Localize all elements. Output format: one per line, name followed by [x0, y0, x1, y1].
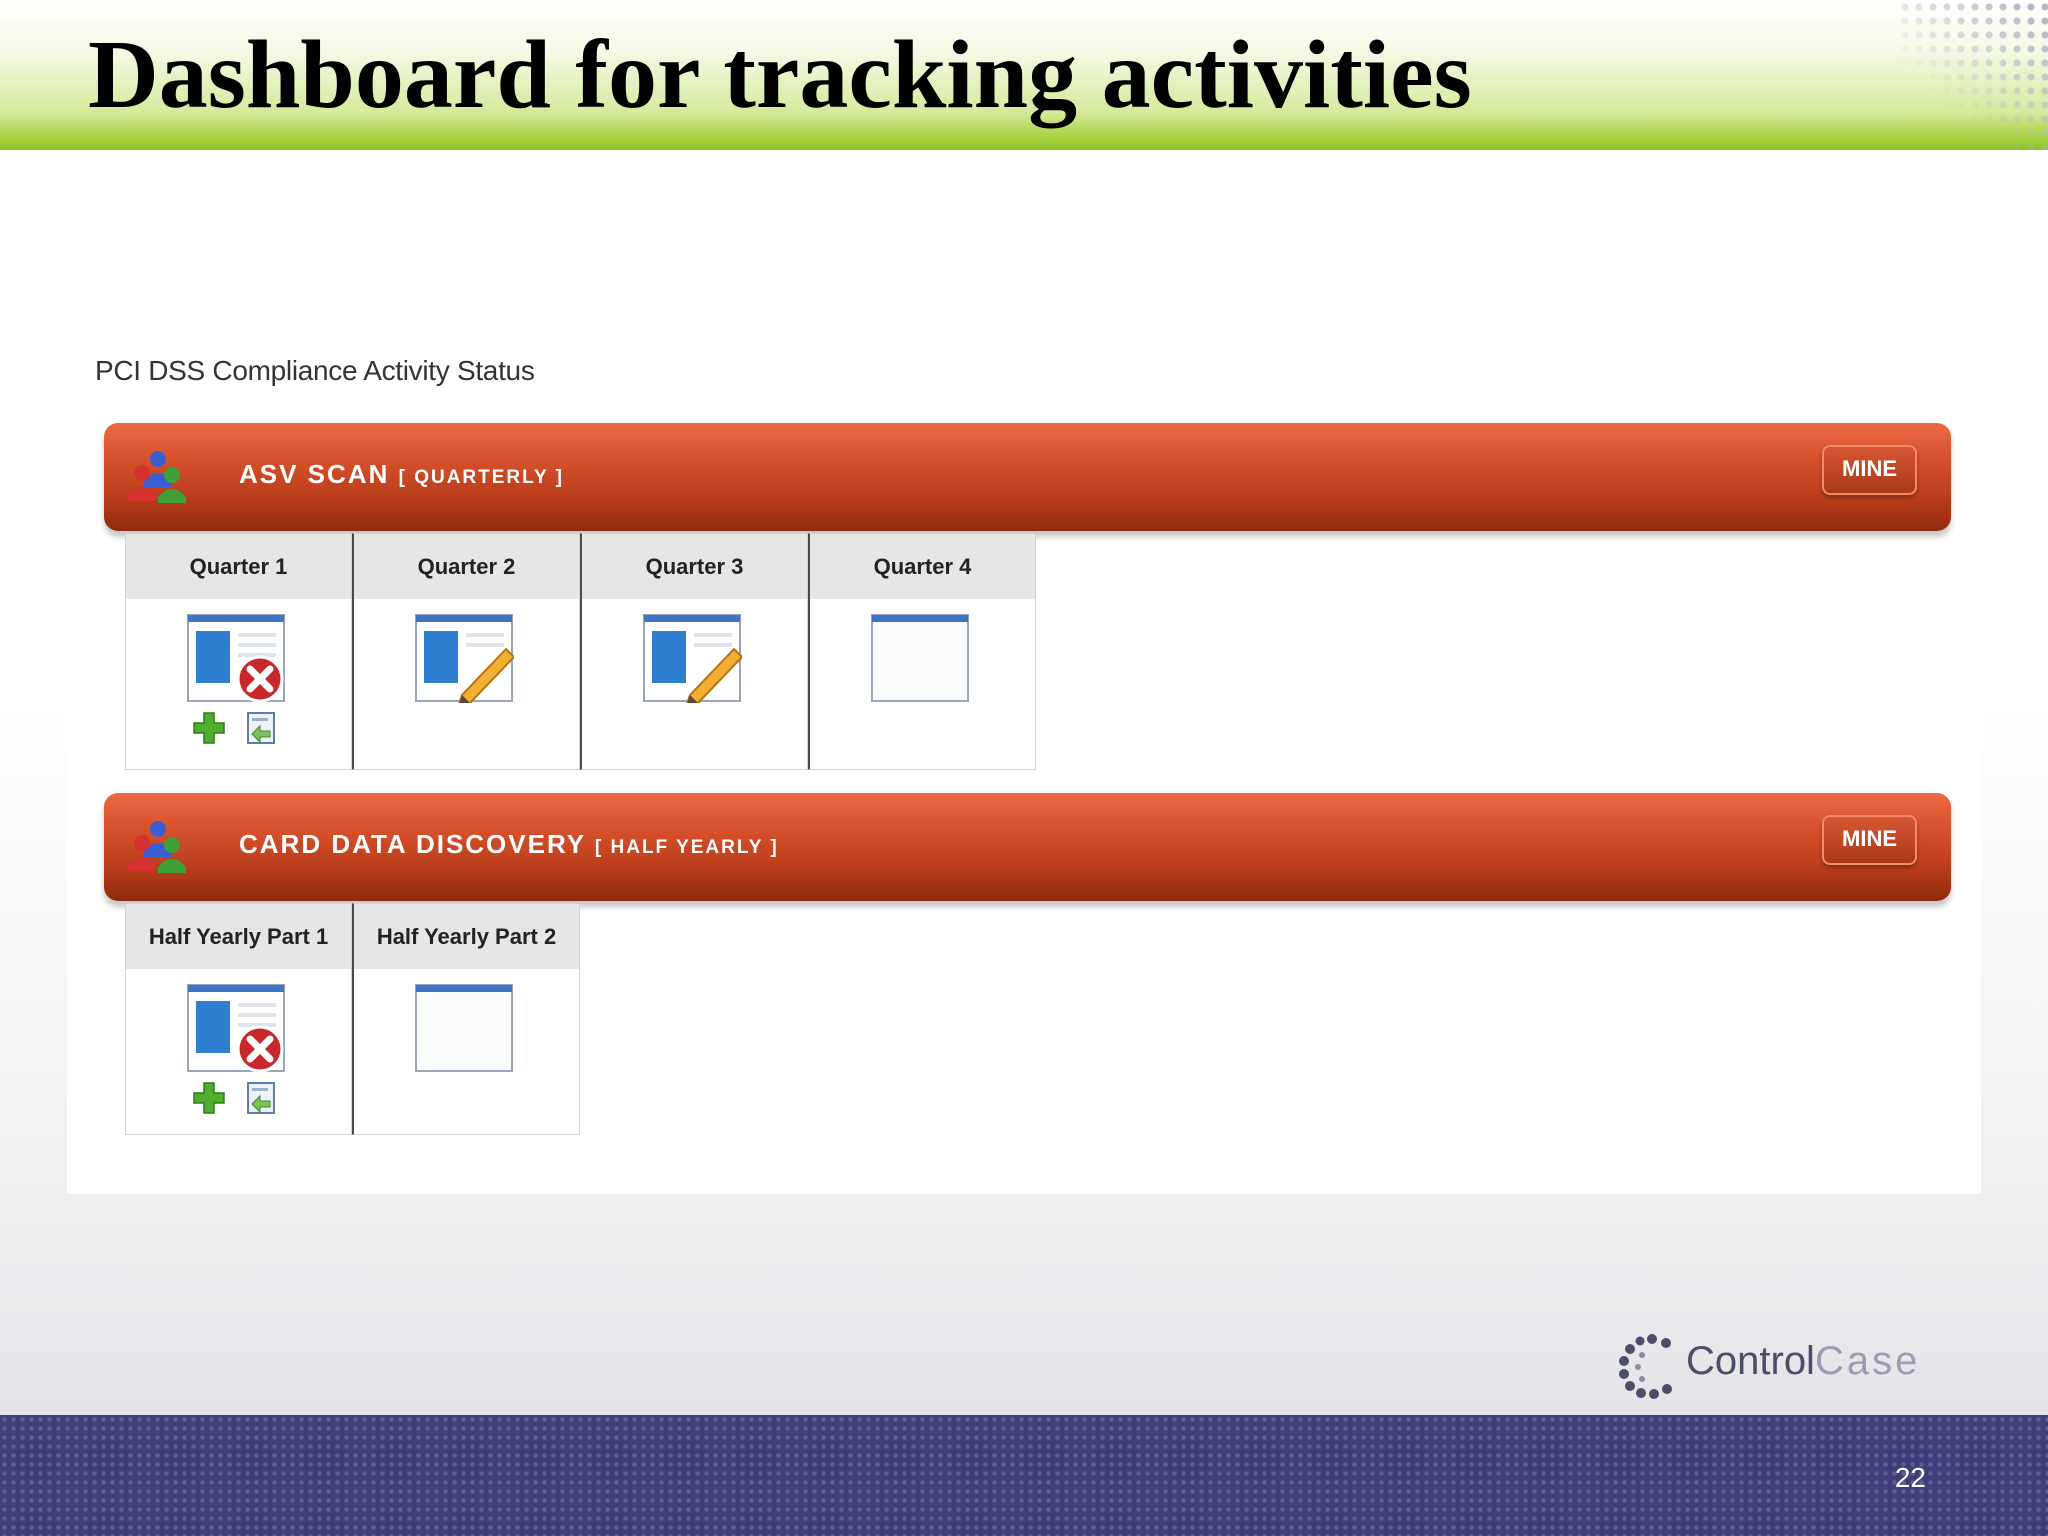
- controlcase-logo: ControlCase: [1618, 1331, 1928, 1401]
- activity-cell-quarter-1: Quarter 1: [125, 533, 352, 770]
- document-edit-icon[interactable]: [642, 613, 742, 703]
- footer-band: [0, 1415, 2048, 1536]
- column-header: Half Yearly Part 2: [354, 904, 579, 969]
- activity-cell-half-yearly-part-1: Half Yearly Part 1: [125, 903, 352, 1135]
- column-header: Half Yearly Part 1: [126, 904, 351, 969]
- column-header: Quarter 3: [582, 534, 807, 599]
- users-group-icon: [128, 451, 186, 503]
- add-icon[interactable]: [192, 711, 226, 745]
- activity-cell-quarter-3: Quarter 3: [580, 533, 808, 770]
- activity-grid-card-data-discovery: Half Yearly Part 1 Half Yearly Part 2: [125, 903, 580, 1135]
- activity-bar-card-data-discovery: CARD DATA DISCOVERY [ HALF YEARLY ] MINE: [104, 793, 1951, 901]
- dot-pattern-decoration: [1898, 0, 2048, 150]
- activity-cell-half-yearly-part-2: Half Yearly Part 2: [352, 903, 580, 1135]
- activity-cell-quarter-2: Quarter 2: [352, 533, 580, 770]
- mine-button[interactable]: MINE: [1822, 815, 1917, 865]
- users-group-icon: [128, 821, 186, 873]
- activity-frequency: [ QUARTERLY ]: [398, 467, 564, 488]
- slide-title: Dashboard for tracking activities: [88, 21, 1472, 129]
- activity-cell-quarter-4: Quarter 4: [808, 533, 1036, 770]
- logo-wordmark: ControlCase: [1686, 1339, 1920, 1384]
- logo-word-control: Control: [1686, 1339, 1815, 1383]
- page-number: 22: [1894, 1462, 1926, 1493]
- document-blank-icon[interactable]: [414, 983, 514, 1073]
- logo-word-case: Case: [1814, 1339, 1921, 1383]
- mine-button[interactable]: MINE: [1822, 445, 1917, 495]
- column-header: Quarter 1: [126, 534, 351, 599]
- upload-document-icon[interactable]: [244, 1081, 278, 1115]
- activity-name: CARD DATA DISCOVERY: [239, 829, 586, 859]
- add-icon[interactable]: [192, 1081, 226, 1115]
- document-edit-icon[interactable]: [414, 613, 514, 703]
- document-blank-icon[interactable]: [870, 613, 970, 703]
- document-error-icon[interactable]: [186, 983, 286, 1073]
- document-error-icon[interactable]: [186, 613, 286, 703]
- activity-title: ASV SCAN [ QUARTERLY ]: [239, 459, 564, 490]
- activity-name: ASV SCAN: [239, 459, 390, 489]
- column-header: Quarter 2: [354, 534, 579, 599]
- activity-grid-asv-scan: Quarter 1 Quarter 2 Quarter 3 Quarter 4: [125, 533, 1036, 770]
- activity-title: CARD DATA DISCOVERY [ HALF YEARLY ]: [239, 829, 779, 860]
- column-header: Quarter 4: [810, 534, 1035, 599]
- controlcase-logo-icon: [1619, 1334, 1672, 1399]
- upload-document-icon[interactable]: [244, 711, 278, 745]
- panel-title: PCI DSS Compliance Activity Status: [95, 355, 535, 386]
- activity-bar-asv-scan: ASV SCAN [ QUARTERLY ] MINE: [104, 423, 1951, 531]
- activity-frequency: [ HALF YEARLY ]: [594, 837, 779, 858]
